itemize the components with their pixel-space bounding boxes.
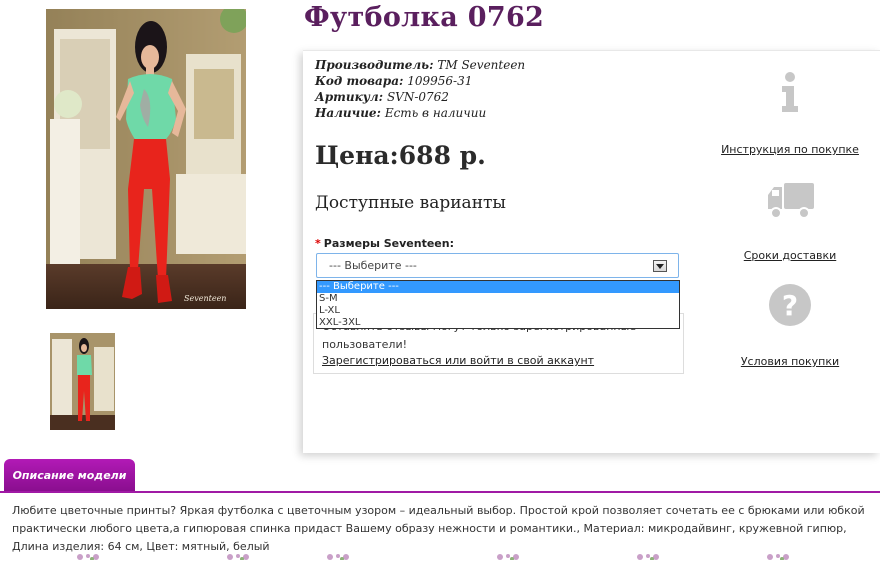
product-thumbnail[interactable] (50, 333, 115, 430)
truck-icon[interactable] (766, 181, 816, 221)
sku-row: Артикул: SVN-0762 (315, 89, 525, 105)
product-info-panel: Производитель: TM Seventeen Код товара: … (303, 50, 880, 453)
floral-border-decoration (77, 554, 789, 560)
size-select[interactable]: --- Выберите --- (316, 253, 679, 278)
product-code-label: Код товара: (315, 74, 404, 88)
login-notice-line2: пользователи! (322, 338, 408, 351)
product-meta: Производитель: TM Seventeen Код товара: … (315, 57, 525, 121)
info-icon[interactable] (778, 71, 802, 113)
sku-label: Артикул: (315, 90, 384, 104)
photo-watermark: Seventeen (184, 294, 226, 303)
required-mark: * (315, 237, 321, 250)
manufacturer-row: Производитель: TM Seventeen (315, 57, 525, 73)
product-photo-image: Seventeen (46, 9, 246, 309)
sidebar-item-conditions[interactable]: Условия покупки (720, 355, 860, 368)
svg-text:?: ? (782, 289, 798, 322)
product-price: Цена:688 р. (315, 141, 486, 170)
sku-value: SVN-0762 (386, 90, 449, 104)
size-option[interactable]: --- Выберите --- (317, 281, 679, 293)
product-title: Футболка 0762 (304, 2, 545, 33)
thumbnail-image (50, 333, 115, 430)
product-code-value: 109956-31 (407, 74, 473, 88)
sidebar-item-delivery[interactable]: Сроки доставки (720, 249, 860, 262)
variants-heading: Доступные варианты (315, 193, 506, 213)
register-login-link[interactable]: Зарегистрироваться или войти в свой акка… (322, 354, 594, 367)
stock-row: Наличие: Есть в наличии (315, 105, 525, 121)
stock-label: Наличие: (315, 106, 381, 120)
sidebar-item-instruction[interactable]: Инструкция по покупке (720, 143, 860, 156)
sidebar-item-label[interactable]: Инструкция по покупке (721, 143, 859, 156)
product-code-row: Код товара: 109956-31 (315, 73, 525, 89)
question-icon[interactable]: ? (768, 283, 812, 327)
size-option[interactable]: L-XL (317, 305, 679, 317)
size-select-value: --- Выберите --- (329, 259, 417, 272)
size-label-text: Размеры Seventeen: (323, 237, 454, 250)
manufacturer-label: Производитель: (315, 58, 434, 72)
description-text: Любите цветочные принты? Яркая футболка … (12, 504, 865, 553)
chevron-down-icon[interactable] (653, 260, 667, 272)
size-label: * Размеры Seventeen: (315, 237, 454, 250)
sidebar-item-label[interactable]: Условия покупки (741, 355, 839, 368)
manufacturer-value: TM Seventeen (437, 58, 526, 72)
sidebar-item-label[interactable]: Сроки доставки (744, 249, 837, 262)
tab-description[interactable]: Описание модели (4, 459, 135, 491)
size-option[interactable]: XXL-3XL (317, 317, 679, 329)
stock-value: Есть в наличии (384, 106, 487, 120)
product-photo[interactable]: Seventeen (46, 9, 246, 309)
size-option[interactable]: S-M (317, 293, 679, 305)
size-dropdown-list[interactable]: --- Выберите --- S-M L-XL XXL-3XL (316, 280, 680, 329)
